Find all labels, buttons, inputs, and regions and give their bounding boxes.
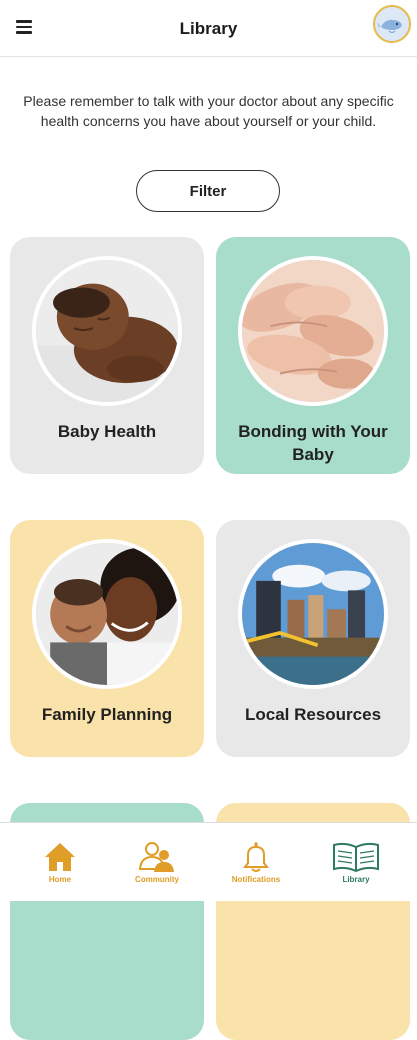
community-icon <box>138 842 174 872</box>
category-card-family-planning[interactable]: Family Planning <box>10 520 204 757</box>
nav-community[interactable]: Community <box>112 841 202 884</box>
app-header: Library <box>0 0 417 57</box>
nav-label: Library <box>342 875 370 884</box>
category-card-local-resources[interactable]: Local Resources <box>216 520 410 757</box>
card-label: Baby Health <box>57 422 157 441</box>
card-label: Family Planning <box>41 705 173 724</box>
filter-button[interactable]: Filter <box>136 170 280 212</box>
nav-library[interactable]: Library <box>311 841 401 884</box>
category-card-bonding[interactable]: Bonding with Your Baby <box>216 237 410 474</box>
page-title: Library <box>179 19 238 38</box>
nav-label: Home <box>48 875 72 884</box>
card-label: Bonding with Your Baby <box>238 422 388 464</box>
baby-health-photo <box>32 256 182 406</box>
bonding-photo <box>238 256 388 406</box>
doctor-notice: Please remember to talk with your doctor… <box>23 93 394 129</box>
bell-icon <box>243 842 269 872</box>
card-label: Local Resources <box>244 705 382 724</box>
nav-label: Community <box>135 875 179 884</box>
whale-logo-icon <box>375 7 409 41</box>
bottom-navigation: Home Community Notifications Library <box>0 822 417 901</box>
local-resources-photo <box>238 539 388 689</box>
family-planning-photo <box>32 539 182 689</box>
nav-notifications[interactable]: Notifications <box>211 841 301 884</box>
category-card-baby-health[interactable]: Baby Health <box>10 237 204 474</box>
home-icon <box>45 843 75 871</box>
avatar[interactable] <box>373 5 411 43</box>
book-icon <box>333 842 379 873</box>
nav-home[interactable]: Home <box>15 841 105 884</box>
nav-label: Notifications <box>231 875 281 884</box>
